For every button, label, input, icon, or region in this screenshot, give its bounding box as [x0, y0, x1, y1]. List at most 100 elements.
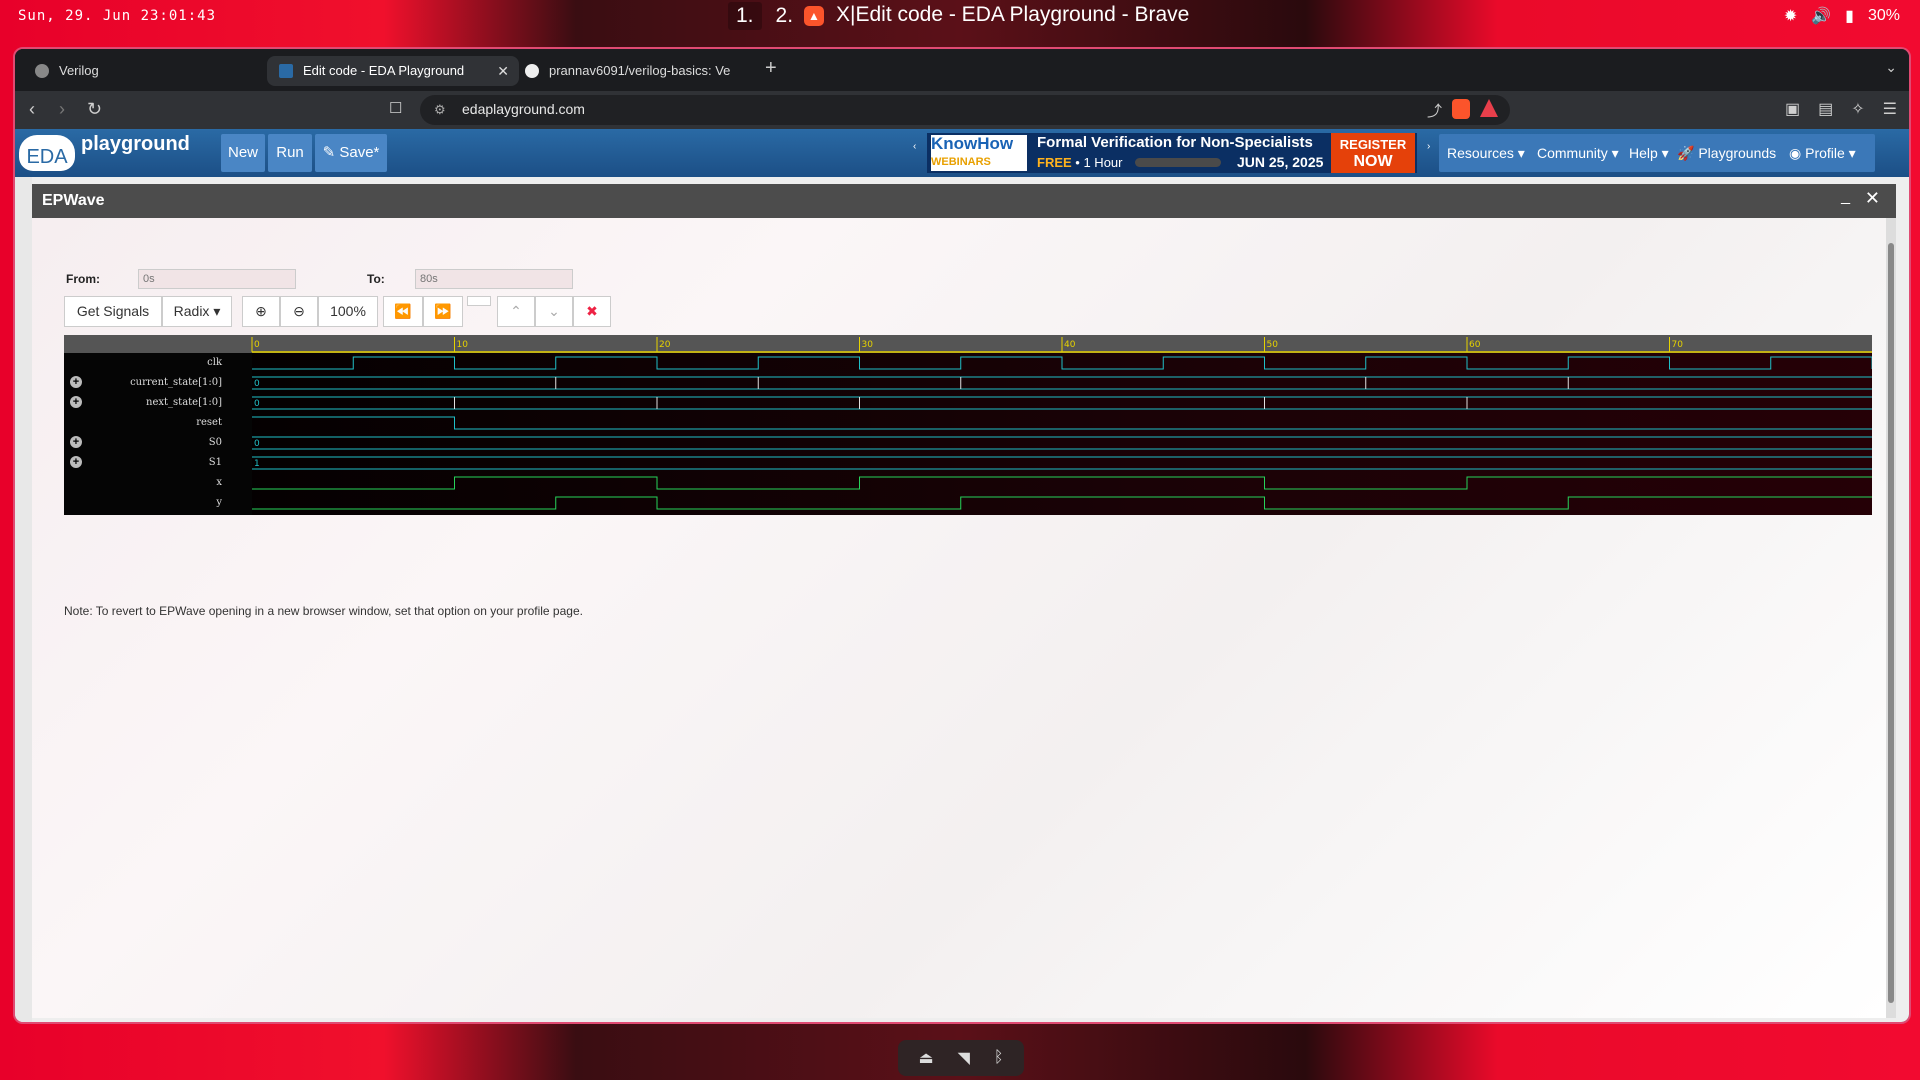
- blank-button[interactable]: [467, 296, 491, 306]
- tab-label: Edit code - EDA Playground: [303, 63, 465, 78]
- ad-prev-icon[interactable]: ‹: [913, 141, 916, 152]
- close-icon[interactable]: ✕: [1865, 188, 1880, 209]
- rewind-icon[interactable]: ⏪: [383, 296, 423, 327]
- ruler-label: 20: [659, 340, 671, 350]
- reload-icon[interactable]: ↻: [87, 99, 102, 120]
- knowhow-text: KnowHow: [931, 134, 1014, 153]
- fast-forward-icon[interactable]: ⏩: [423, 296, 463, 327]
- playgrounds-menu[interactable]: 🚀 Playgrounds ▾: [1669, 134, 1793, 199]
- pencil-icon: ✎: [322, 144, 336, 161]
- waveform-viewer[interactable]: clk + current_state[1:0] + next_state[1:0]…: [64, 335, 1872, 515]
- advertisement-banner[interactable]: KnowHow WEBINARS Formal Verification for…: [927, 133, 1417, 173]
- eda-logo[interactable]: EDA playground: [19, 133, 190, 173]
- minimize-icon[interactable]: _: [1841, 188, 1850, 206]
- user-icon: ◉: [1789, 145, 1802, 161]
- move-down-icon[interactable]: ⌄: [535, 296, 573, 327]
- battery-icon[interactable]: ▮: [1845, 6, 1854, 26]
- bluetooth-icon[interactable]: ᛒ: [994, 1049, 1004, 1067]
- wifi-icon[interactable]: ◥: [958, 1048, 970, 1068]
- site-info-icon[interactable]: ⚙: [434, 102, 446, 118]
- ad-free: FREE • 1 Hour: [1037, 155, 1122, 170]
- volume-icon[interactable]: 🔊: [1811, 6, 1831, 26]
- github-icon: [525, 64, 539, 78]
- chevron-down-icon[interactable]: ⌄: [1885, 59, 1897, 76]
- dialog-scrollbar[interactable]: [1886, 218, 1896, 1018]
- logo-text: playground: [81, 133, 190, 155]
- tab-label: Verilog: [59, 63, 99, 78]
- bookmark-icon[interactable]: ☐: [389, 99, 402, 117]
- signal-trace: [252, 496, 1872, 510]
- free-text: FREE: [1037, 155, 1072, 170]
- toolbar-right: ▣ ▤ ✧ ☰: [1785, 99, 1897, 119]
- svg-text:0: 0: [254, 379, 260, 389]
- from-label: From:: [66, 272, 100, 286]
- community-label: Community: [1537, 145, 1608, 161]
- window-title: X|Edit code - EDA Playground - Brave: [836, 3, 1190, 26]
- community-menu[interactable]: Community ▾: [1529, 134, 1633, 172]
- workspace-switcher[interactable]: 1. 2.: [728, 2, 801, 30]
- background-editor-panel: [15, 177, 32, 1022]
- brave-icon: ▲: [804, 6, 824, 26]
- tab-label: prannav6091/verilog-basics: Ve: [549, 63, 731, 78]
- register-now-button[interactable]: REGISTER NOW: [1331, 133, 1415, 173]
- resources-menu[interactable]: Resources ▾: [1439, 134, 1541, 172]
- eject-icon[interactable]: ⏏: [918, 1048, 933, 1068]
- eda-favicon-icon: [279, 64, 293, 78]
- new-button[interactable]: New: [221, 134, 265, 172]
- run-button[interactable]: Run: [268, 134, 312, 172]
- desktop-top-bar: Sun, 29. Jun 23:01:43 1. 2. ▲ X|Edit cod…: [0, 0, 1920, 32]
- back-icon[interactable]: ‹: [29, 99, 35, 120]
- from-input[interactable]: [138, 269, 296, 289]
- menu-icon[interactable]: ☰: [1883, 99, 1897, 119]
- to-input[interactable]: [415, 269, 573, 289]
- forward-icon[interactable]: ›: [59, 99, 65, 120]
- ruler-label: 70: [1672, 340, 1684, 350]
- zoom-level[interactable]: 100%: [318, 296, 378, 327]
- ad-next-icon[interactable]: ›: [1427, 141, 1430, 152]
- wallet-icon[interactable]: ▤: [1818, 99, 1833, 119]
- url-text[interactable]: edaplayground.com: [462, 101, 585, 117]
- remove-signal-icon[interactable]: ✖: [573, 296, 611, 327]
- save-button[interactable]: ✎ Save*: [315, 134, 387, 172]
- move-up-icon[interactable]: ⌃: [497, 296, 535, 327]
- workspace-1[interactable]: 1.: [728, 2, 762, 30]
- eda-navbar: EDA playground New Run ✎ Save* ‹ KnowHow…: [15, 129, 1909, 199]
- waveform-canvas[interactable]: 0 10 20 30 40 50 60 70 0 0 0 1: [64, 335, 1872, 515]
- zoom-in-icon[interactable]: ⊕: [242, 296, 280, 327]
- ruler-label: 60: [1469, 340, 1481, 350]
- address-bar[interactable]: ⚙ edaplayground.com ⤴: [420, 95, 1510, 125]
- ruler-label: 50: [1267, 340, 1279, 350]
- tab-eda-playground[interactable]: Edit code - EDA Playground ✕: [267, 56, 519, 86]
- close-tab-icon[interactable]: ✕: [497, 56, 509, 86]
- brightness-icon[interactable]: ✹: [1784, 6, 1797, 26]
- leo-icon[interactable]: ✧: [1851, 99, 1864, 119]
- workspace-2[interactable]: 2.: [768, 2, 802, 30]
- profile-menu[interactable]: ◉ Profile ▾: [1781, 134, 1875, 172]
- ad-progress: [1135, 158, 1221, 167]
- signal-trace: [252, 476, 1872, 490]
- radix-label: Radix: [173, 303, 210, 319]
- svg-text:0: 0: [254, 399, 260, 409]
- dialog-header: EPWave _ ✕: [32, 184, 1896, 218]
- signal-trace: [252, 416, 1872, 430]
- get-signals-button[interactable]: Get Signals: [64, 296, 162, 327]
- signal-trace: [252, 356, 1872, 370]
- tab-github[interactable]: prannav6091/verilog-basics: Ve: [513, 56, 765, 86]
- ruler-label: 40: [1064, 340, 1076, 350]
- ad-title: Formal Verification for Non-Specialists: [1037, 134, 1313, 151]
- ruler-label: 30: [862, 340, 874, 350]
- resources-label: Resources: [1447, 145, 1514, 161]
- tab-verilog[interactable]: Verilog: [23, 56, 275, 86]
- system-tray[interactable]: ✹ 🔊 ▮ 30%: [1784, 6, 1900, 26]
- brave-shield-icon[interactable]: [1452, 99, 1470, 119]
- radix-dropdown[interactable]: Radix ▾: [162, 296, 232, 327]
- zoom-out-icon[interactable]: ⊖: [280, 296, 318, 327]
- share-icon[interactable]: ⤴: [1427, 100, 1442, 121]
- browser-window: Verilog Edit code - EDA Playground ✕ pra…: [13, 47, 1911, 1024]
- brave-rewards-icon[interactable]: [1480, 99, 1498, 117]
- sidebar-icon[interactable]: ▣: [1785, 99, 1800, 119]
- scrollbar-thumb[interactable]: [1888, 243, 1894, 1003]
- dialog-title: EPWave: [42, 192, 105, 209]
- duration-text: • 1 Hour: [1075, 155, 1123, 170]
- new-tab-icon[interactable]: +: [765, 57, 777, 80]
